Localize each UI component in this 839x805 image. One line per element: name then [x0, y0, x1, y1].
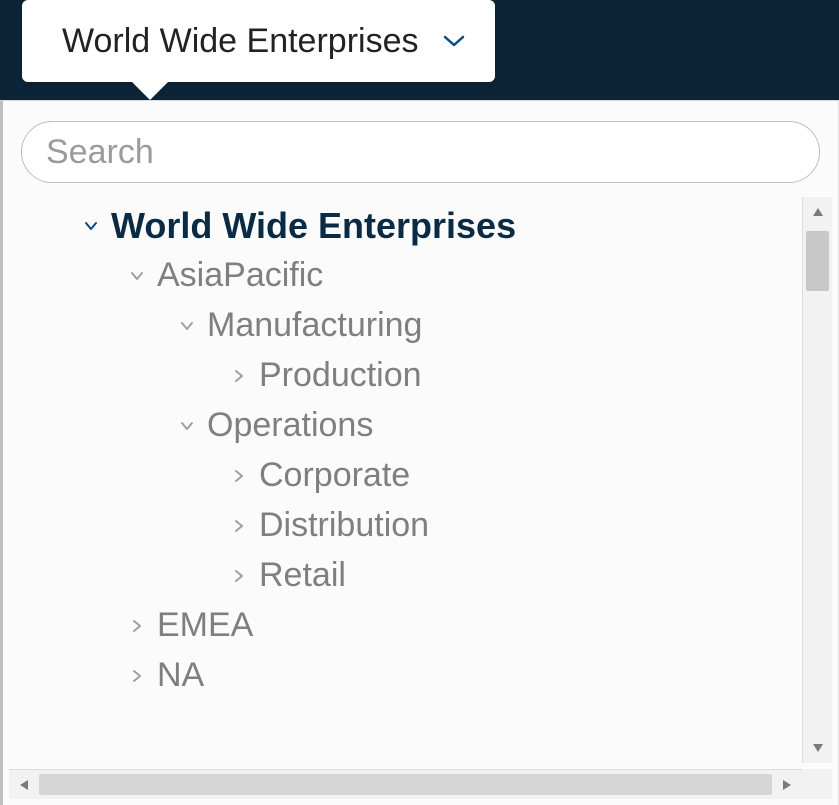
top-bar: World Wide Enterprises [0, 0, 839, 100]
org-selector[interactable]: World Wide Enterprises [22, 0, 495, 82]
chevron-down-icon [167, 319, 207, 333]
tree-node-root[interactable]: World Wide Enterprises [9, 201, 798, 251]
chevron-down-icon [443, 34, 465, 48]
tree-node-emea[interactable]: EMEA [9, 601, 798, 651]
scroll-down-arrow[interactable] [803, 733, 832, 763]
tree-node-label: Production [259, 352, 422, 400]
vertical-scrollbar[interactable] [802, 197, 832, 763]
tree-node-label: Retail [259, 552, 346, 600]
tree-node-operations[interactable]: Operations [9, 401, 798, 451]
tree-node-label: World Wide Enterprises [111, 201, 516, 251]
panel-inner: World Wide Enterprises AsiaPacific Manuf… [0, 101, 839, 805]
chevron-right-icon [219, 519, 259, 533]
tree-node-production[interactable]: Production [9, 351, 798, 401]
tree-node-retail[interactable]: Retail [9, 551, 798, 601]
chevron-down-icon [71, 219, 111, 233]
scrollbar-thumb[interactable] [806, 231, 829, 291]
tree-node-distribution[interactable]: Distribution [9, 501, 798, 551]
tree-node-label: AsiaPacific [157, 252, 323, 300]
scroll-up-arrow[interactable] [803, 197, 832, 227]
chevron-down-icon [167, 419, 207, 433]
scrollbar-thumb[interactable] [39, 774, 772, 795]
horizontal-scrollbar[interactable] [9, 769, 802, 799]
chevron-right-icon [117, 669, 157, 683]
chevron-right-icon [219, 469, 259, 483]
tree-node-label: EMEA [157, 602, 253, 650]
org-tree: World Wide Enterprises AsiaPacific Manuf… [9, 201, 798, 759]
search-input[interactable] [21, 121, 820, 183]
tree-node-label: Manufacturing [207, 302, 422, 350]
chevron-down-icon [117, 269, 157, 283]
tree-node-label: NA [157, 652, 204, 700]
scrollbar-corner [802, 769, 832, 799]
chevron-right-icon [117, 619, 157, 633]
search-container [3, 101, 838, 193]
tree-node-label: Distribution [259, 502, 429, 550]
content-area: World Wide Enterprises AsiaPacific Manuf… [9, 197, 832, 799]
tree-node-label: Corporate [259, 452, 410, 500]
scroll-right-arrow[interactable] [772, 770, 802, 799]
dropdown-panel: World Wide Enterprises AsiaPacific Manuf… [0, 100, 839, 805]
tree-node-na[interactable]: NA [9, 651, 798, 701]
org-selector-label: World Wide Enterprises [62, 22, 419, 61]
chevron-right-icon [219, 369, 259, 383]
tree-node-corporate[interactable]: Corporate [9, 451, 798, 501]
tree-node-manufacturing[interactable]: Manufacturing [9, 301, 798, 351]
scroll-left-arrow[interactable] [9, 770, 39, 799]
chevron-right-icon [219, 569, 259, 583]
tree-node-label: Operations [207, 402, 373, 450]
tree-node-asiapacific[interactable]: AsiaPacific [9, 251, 798, 301]
